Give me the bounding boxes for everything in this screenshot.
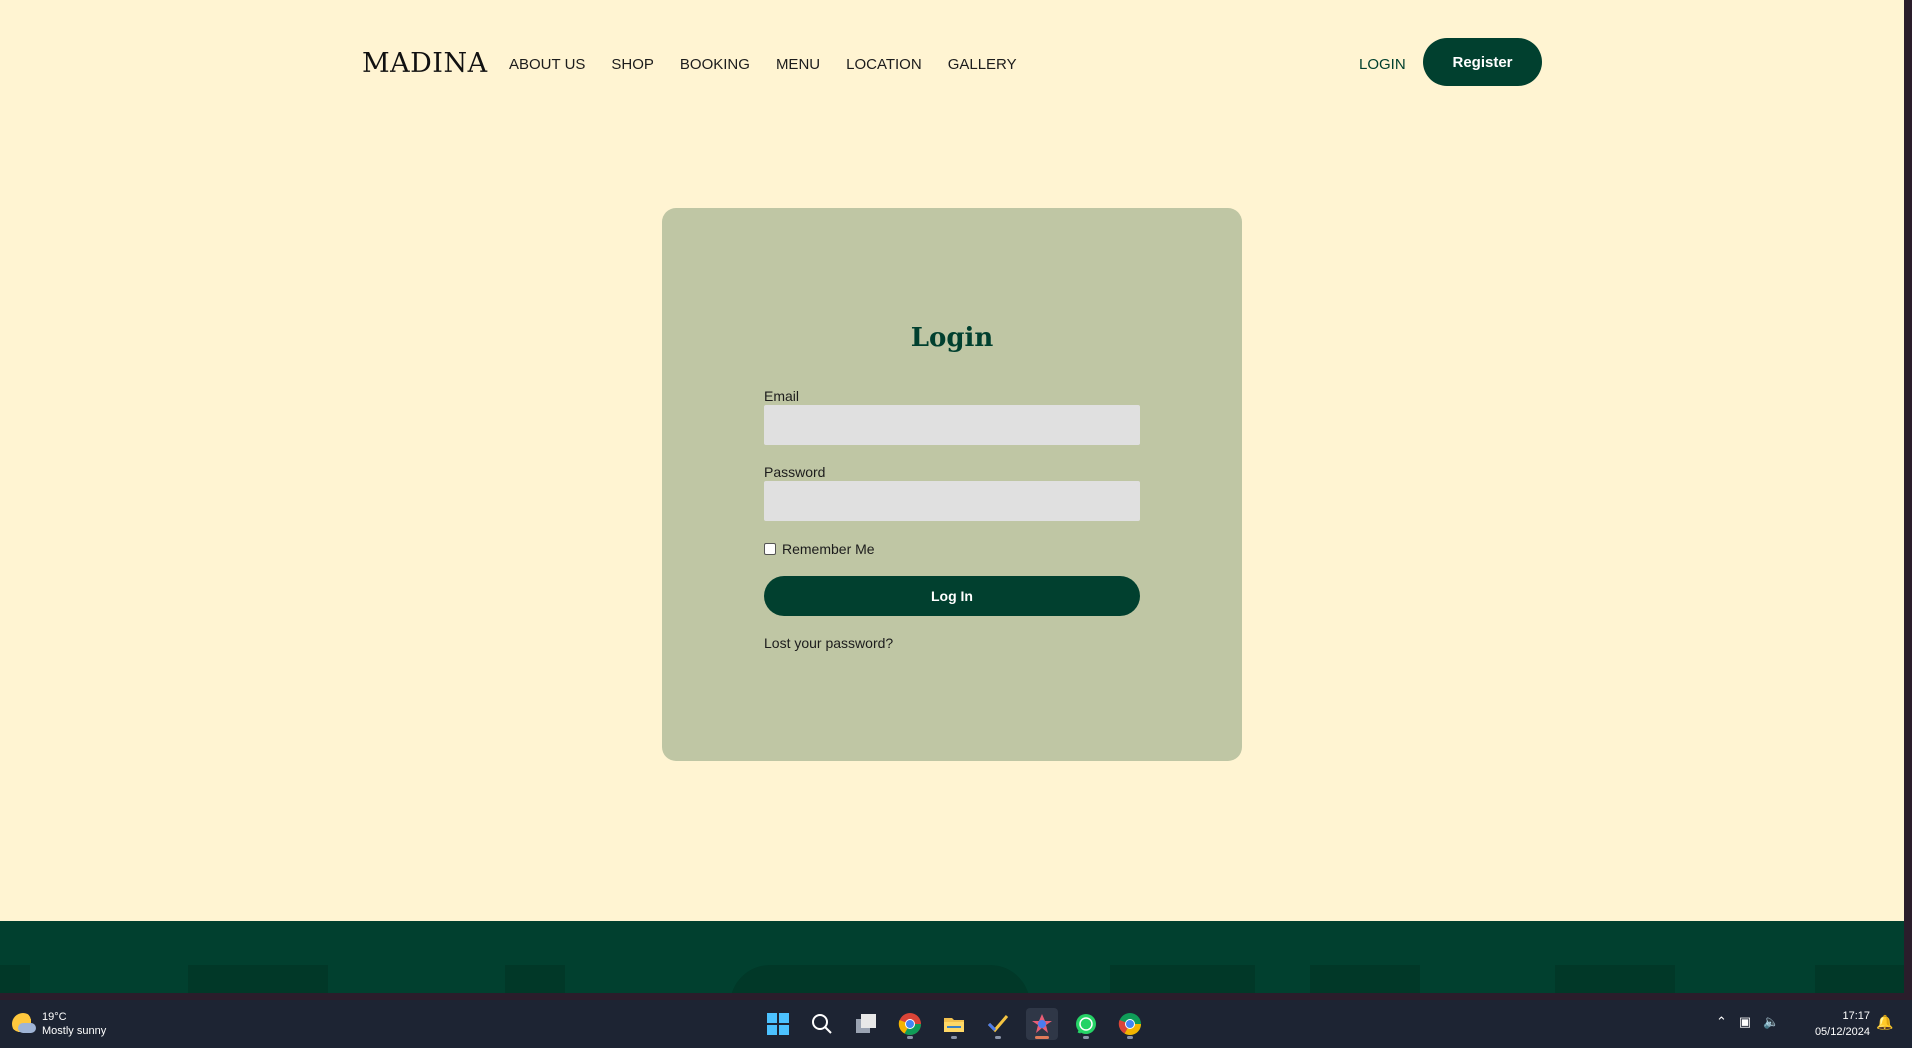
windows-taskbar: 19°C Mostly sunny ⌃ ▣ 🔈 17:17 05/12/2024… [0,1000,1912,1048]
weather-temperature: 19°C [42,1011,67,1023]
notification-bell-icon[interactable]: 🔔 [1876,1014,1893,1031]
nav-booking[interactable]: BOOKING [680,56,750,73]
remember-me-row: Remember Me [764,541,875,557]
register-button[interactable]: Register [1423,38,1542,86]
clock-date: 05/12/2024 [1814,1026,1870,1038]
email-field[interactable] [764,405,1140,445]
footer-decoration [1815,965,1904,993]
weather-condition: Mostly sunny [42,1025,107,1037]
main-nav: ABOUT US SHOP BOOKING MENU LOCATION GALL… [509,56,1017,73]
whatsapp-icon[interactable] [1070,1008,1102,1040]
search-icon[interactable] [806,1008,838,1040]
todo-icon[interactable] [982,1008,1014,1040]
running-indicator [1127,1036,1133,1039]
volume-icon[interactable]: 🔈 [1763,1014,1779,1030]
network-icon[interactable]: ▣ [1739,1014,1751,1030]
paint-app-icon[interactable] [1026,1008,1058,1040]
page-scrollbar[interactable] [1904,0,1912,993]
system-tray: ⌃ ▣ 🔈 [1716,1014,1779,1030]
lost-password-link[interactable]: Lost your password? [764,635,893,651]
footer-decoration [188,965,328,993]
browser-viewport: MADINA ABOUT US SHOP BOOKING MENU LOCATI… [0,0,1904,993]
running-indicator [951,1036,957,1039]
running-indicator [1083,1036,1089,1039]
header-login-link[interactable]: LOGIN [1359,56,1406,73]
footer-band [0,921,1904,993]
footer-decoration [730,965,1030,993]
nav-location[interactable]: LOCATION [846,56,922,73]
nav-gallery[interactable]: GALLERY [948,56,1017,73]
partly-sunny-icon [12,1013,36,1035]
footer-decoration [1555,965,1675,993]
remember-me-checkbox[interactable] [764,543,776,555]
log-in-button[interactable]: Log In [764,576,1140,616]
taskbar-apps [762,1008,1146,1040]
clock-time: 17:17 [1842,1010,1870,1022]
footer-decoration [1110,965,1255,993]
remember-me-label[interactable]: Remember Me [782,541,875,557]
weather-widget[interactable]: 19°C Mostly sunny [12,1010,106,1038]
password-field[interactable] [764,481,1140,521]
chevron-up-icon[interactable]: ⌃ [1716,1014,1727,1030]
nav-menu[interactable]: MENU [776,56,820,73]
footer-decoration [0,965,30,993]
footer-decoration [505,965,565,993]
login-title: Login [910,323,994,353]
email-label: Email [764,388,800,404]
login-card: Login Email Password Remember Me Log In … [662,208,1242,761]
taskbar-clock[interactable]: 17:17 05/12/2024 [1800,1008,1870,1040]
footer-decoration [1310,965,1420,993]
nav-shop[interactable]: SHOP [611,56,654,73]
task-view-icon[interactable] [850,1008,882,1040]
chrome-icon[interactable] [894,1008,926,1040]
chrome-alt-icon[interactable] [1114,1008,1146,1040]
running-indicator [907,1036,913,1039]
file-explorer-icon[interactable] [938,1008,970,1040]
site-logo[interactable]: MADINA [362,48,488,79]
nav-about-us[interactable]: ABOUT US [509,56,585,73]
password-label: Password [764,464,826,480]
running-indicator [1035,1036,1049,1039]
windows-start-icon[interactable] [762,1008,794,1040]
running-indicator [995,1036,1001,1039]
